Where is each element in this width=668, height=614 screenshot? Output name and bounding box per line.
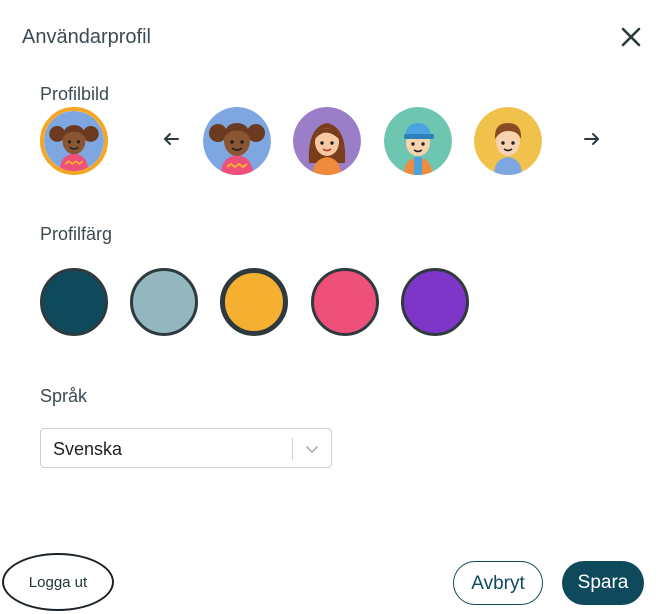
language-select-value: Svenska bbox=[53, 439, 123, 459]
avatar-girl-pigtails-image bbox=[203, 107, 271, 175]
chevron-down-icon bbox=[306, 446, 318, 453]
prev-avatars-button[interactable] bbox=[162, 130, 180, 152]
avatar-girl-pigtails-image bbox=[44, 111, 104, 171]
avatar-option-boy-brown-hair[interactable] bbox=[474, 107, 542, 175]
arrow-left-icon bbox=[164, 133, 179, 145]
save-button[interactable]: Spara bbox=[562, 561, 644, 605]
cancel-button[interactable]: Avbryt bbox=[453, 561, 543, 605]
avatar-option-girl-long-hair[interactable] bbox=[293, 107, 361, 175]
user-profile-dialog: Användarprofil Profilbild Profilfärg Spr… bbox=[0, 0, 668, 614]
avatar-option-girl-pigtails[interactable] bbox=[203, 107, 271, 175]
save-label: Spara bbox=[577, 572, 629, 593]
avatar-boy-brown-hair-image bbox=[474, 107, 542, 175]
close-icon bbox=[621, 27, 641, 47]
close-button[interactable] bbox=[616, 22, 646, 52]
language-select[interactable]: Svenska bbox=[40, 428, 332, 468]
selected-avatar bbox=[40, 107, 108, 175]
select-divider bbox=[292, 438, 293, 460]
next-avatars-button[interactable] bbox=[583, 130, 601, 152]
dialog-title: Användarprofil bbox=[22, 26, 151, 48]
avatar-option-boy-cap[interactable] bbox=[384, 107, 452, 175]
color-swatch-dark-teal[interactable] bbox=[40, 268, 108, 336]
avatar-boy-cap-image bbox=[384, 107, 452, 175]
color-swatch-orange[interactable] bbox=[220, 268, 288, 336]
logout-button[interactable]: Logga ut bbox=[2, 553, 114, 611]
color-swatch-light-teal[interactable] bbox=[130, 268, 198, 336]
color-swatch-purple[interactable] bbox=[401, 268, 469, 336]
cancel-label: Avbryt bbox=[471, 573, 525, 594]
profile-image-label: Profilbild bbox=[40, 84, 110, 104]
avatar-girl-long-hair-image bbox=[293, 107, 361, 175]
profile-color-label: Profilfärg bbox=[40, 224, 113, 244]
arrow-right-icon bbox=[584, 133, 599, 145]
logout-label: Logga ut bbox=[28, 574, 88, 591]
color-swatch-pink[interactable] bbox=[311, 268, 379, 336]
language-label: Språk bbox=[40, 386, 88, 406]
